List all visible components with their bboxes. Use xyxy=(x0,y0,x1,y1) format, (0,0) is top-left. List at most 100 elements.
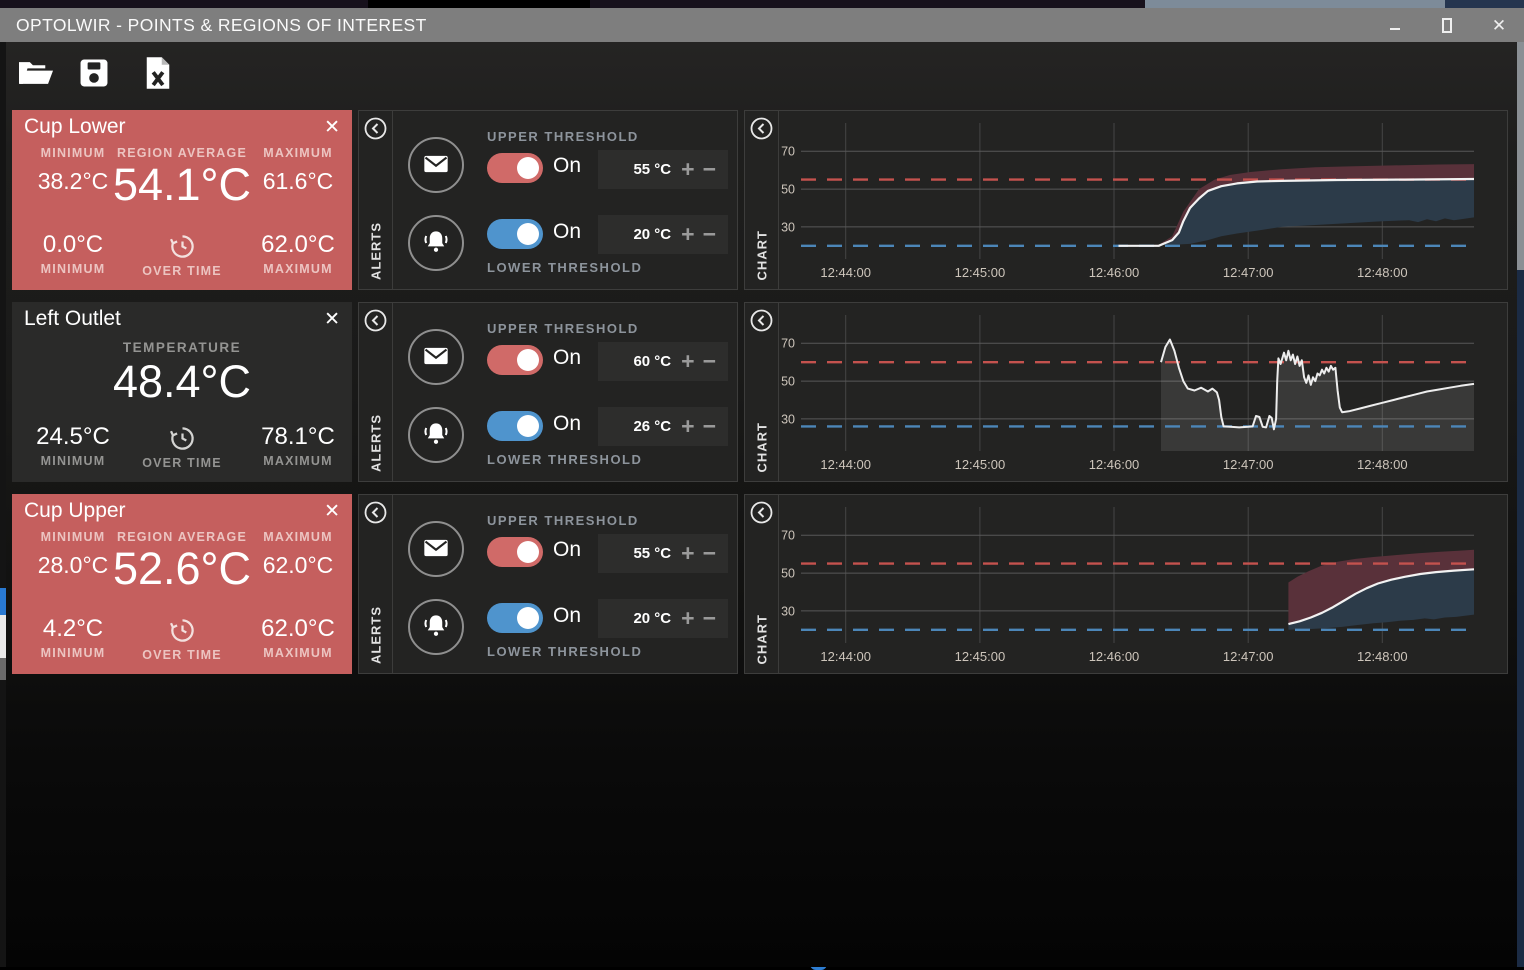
toggle-knob xyxy=(517,607,539,629)
upper-threshold-value-box: 55 °C + − xyxy=(598,150,728,189)
upper-threshold-toggle[interactable] xyxy=(487,537,543,567)
increment-button[interactable]: + xyxy=(677,542,698,565)
alerts-panel: ALERTS UPPER THRESHOLD On 60 °C + − O xyxy=(358,302,738,482)
region-card: Cup Lower ✕ MINIMUM 38.2°C REGION AVERAG… xyxy=(12,110,352,290)
chart-panel: CHART 12:44:0012:45:0012:46:0012:47:0012… xyxy=(744,302,1508,482)
svg-text:70: 70 xyxy=(781,145,795,159)
upper-threshold-value: 55 °C xyxy=(633,545,671,562)
temperature-label: TEMPERATURE xyxy=(12,340,352,355)
svg-text:12:47:00: 12:47:00 xyxy=(1223,649,1274,664)
email-icon xyxy=(422,342,450,373)
overtime-center: OVER TIME xyxy=(122,615,242,662)
chevron-left-icon[interactable] xyxy=(750,117,773,140)
monitor-row: Cup Upper ✕ MINIMUM 28.0°C REGION AVERAG… xyxy=(6,494,1517,674)
email-alert-button[interactable] xyxy=(408,137,464,193)
email-icon xyxy=(422,150,450,181)
maximize-button[interactable] xyxy=(1436,14,1458,36)
bell-alert-button[interactable] xyxy=(408,599,464,655)
alerts-strip-label: ALERTS xyxy=(368,414,383,472)
upper-threshold-value-box: 55 °C + − xyxy=(598,534,728,573)
temperature-chart: 12:44:0012:45:0012:46:0012:47:0012:48:00… xyxy=(778,495,1507,673)
chevron-left-icon[interactable] xyxy=(364,117,387,140)
alerts-panel: ALERTS UPPER THRESHOLD On 55 °C + − O xyxy=(358,110,738,290)
maximum-stat: MAXIMUM 61.6°C xyxy=(244,146,352,195)
email-alert-button[interactable] xyxy=(408,521,464,577)
upper-threshold-toggle[interactable] xyxy=(487,345,543,375)
titlebar: OPTOLWIR - POINTS & REGIONS OF INTEREST … xyxy=(0,8,1524,42)
open-file-button[interactable] xyxy=(16,52,56,96)
lower-threshold-value-box: 26 °C + − xyxy=(598,407,728,446)
overtime-maximum: 62.0°C MAXIMUM xyxy=(244,615,352,660)
chart-strip: CHART xyxy=(745,111,779,289)
decrement-button[interactable]: − xyxy=(699,158,720,181)
overtime-maximum: 78.1°C MAXIMUM xyxy=(244,423,352,468)
increment-button[interactable]: + xyxy=(677,223,698,246)
monitor-row: Left Outlet ✕ TEMPERATURE 48.4°C 24.5°C … xyxy=(6,302,1517,482)
lower-threshold-value-box: 20 °C + − xyxy=(598,599,728,638)
decrement-button[interactable]: − xyxy=(699,542,720,565)
bell-alert-button[interactable] xyxy=(408,215,464,271)
close-icon[interactable]: ✕ xyxy=(320,306,344,333)
close-icon[interactable]: ✕ xyxy=(320,498,344,525)
lower-threshold-label: LOWER THRESHOLD xyxy=(487,644,642,659)
decrement-button[interactable]: − xyxy=(699,607,720,630)
bell-icon xyxy=(421,419,451,452)
temperature-chart: 12:44:0012:45:0012:46:0012:47:0012:48:00… xyxy=(778,111,1507,289)
increment-button[interactable]: + xyxy=(677,350,698,373)
desktop-artifact xyxy=(368,0,590,8)
chevron-left-icon[interactable] xyxy=(364,501,387,524)
lower-toggle-state: On xyxy=(553,412,581,436)
upper-threshold-value-box: 60 °C + − xyxy=(598,342,728,381)
alerts-strip-label: ALERTS xyxy=(368,606,383,664)
lower-threshold-value-box: 20 °C + − xyxy=(598,215,728,254)
desktop-artifact xyxy=(1517,8,1524,270)
chevron-left-icon[interactable] xyxy=(750,309,773,332)
svg-text:12:47:00: 12:47:00 xyxy=(1223,265,1274,280)
close-icon[interactable]: ✕ xyxy=(320,114,344,141)
upper-toggle-state: On xyxy=(553,538,581,562)
alerts-strip: ALERTS xyxy=(359,303,393,481)
export-excel-button[interactable] xyxy=(138,52,178,96)
average-stat: REGION AVERAGE 54.1°C xyxy=(112,146,252,208)
save-button[interactable] xyxy=(74,52,114,96)
upper-threshold-toggle[interactable] xyxy=(487,153,543,183)
email-alert-button[interactable] xyxy=(408,329,464,385)
history-icon xyxy=(122,423,242,453)
svg-text:12:46:00: 12:46:00 xyxy=(1089,649,1140,664)
open-folder-icon xyxy=(17,78,55,93)
overtime-minimum: 0.0°C MINIMUM xyxy=(14,231,132,276)
chart-panel: CHART 12:44:0012:45:0012:46:0012:47:0012… xyxy=(744,494,1508,674)
svg-text:12:46:00: 12:46:00 xyxy=(1089,265,1140,280)
card-title: Cup Upper xyxy=(24,499,126,523)
svg-text:12:44:00: 12:44:00 xyxy=(820,649,871,664)
upper-threshold-label: UPPER THRESHOLD xyxy=(487,321,639,336)
decrement-button[interactable]: − xyxy=(699,223,720,246)
lower-threshold-toggle[interactable] xyxy=(487,411,543,441)
alerts-strip: ALERTS xyxy=(359,111,393,289)
save-floppy-icon xyxy=(77,78,111,93)
toggle-knob xyxy=(517,157,539,179)
increment-button[interactable]: + xyxy=(677,607,698,630)
decrement-button[interactable]: − xyxy=(699,415,720,438)
close-button[interactable]: ✕ xyxy=(1488,14,1510,36)
lower-threshold-toggle[interactable] xyxy=(487,603,543,633)
upper-threshold-label: UPPER THRESHOLD xyxy=(487,129,639,144)
monitor-row: Cup Lower ✕ MINIMUM 38.2°C REGION AVERAG… xyxy=(6,110,1517,290)
toggle-knob xyxy=(517,223,539,245)
bell-alert-button[interactable] xyxy=(408,407,464,463)
lower-threshold-value: 20 °C xyxy=(633,610,671,627)
upper-threshold-label: UPPER THRESHOLD xyxy=(487,513,639,528)
chevron-left-icon[interactable] xyxy=(364,309,387,332)
lower-threshold-toggle[interactable] xyxy=(487,219,543,249)
overtime-maximum: 62.0°C MAXIMUM xyxy=(244,231,352,276)
decrement-button[interactable]: − xyxy=(699,350,720,373)
chart-strip: CHART xyxy=(745,303,779,481)
increment-button[interactable]: + xyxy=(677,415,698,438)
chart-panel: CHART 12:44:0012:45:0012:46:0012:47:0012… xyxy=(744,110,1508,290)
chevron-left-icon[interactable] xyxy=(750,501,773,524)
upper-toggle-state: On xyxy=(553,154,581,178)
minimize-button[interactable] xyxy=(1384,14,1406,36)
svg-text:12:48:00: 12:48:00 xyxy=(1357,265,1408,280)
increment-button[interactable]: + xyxy=(677,158,698,181)
toolbar xyxy=(6,42,1517,108)
